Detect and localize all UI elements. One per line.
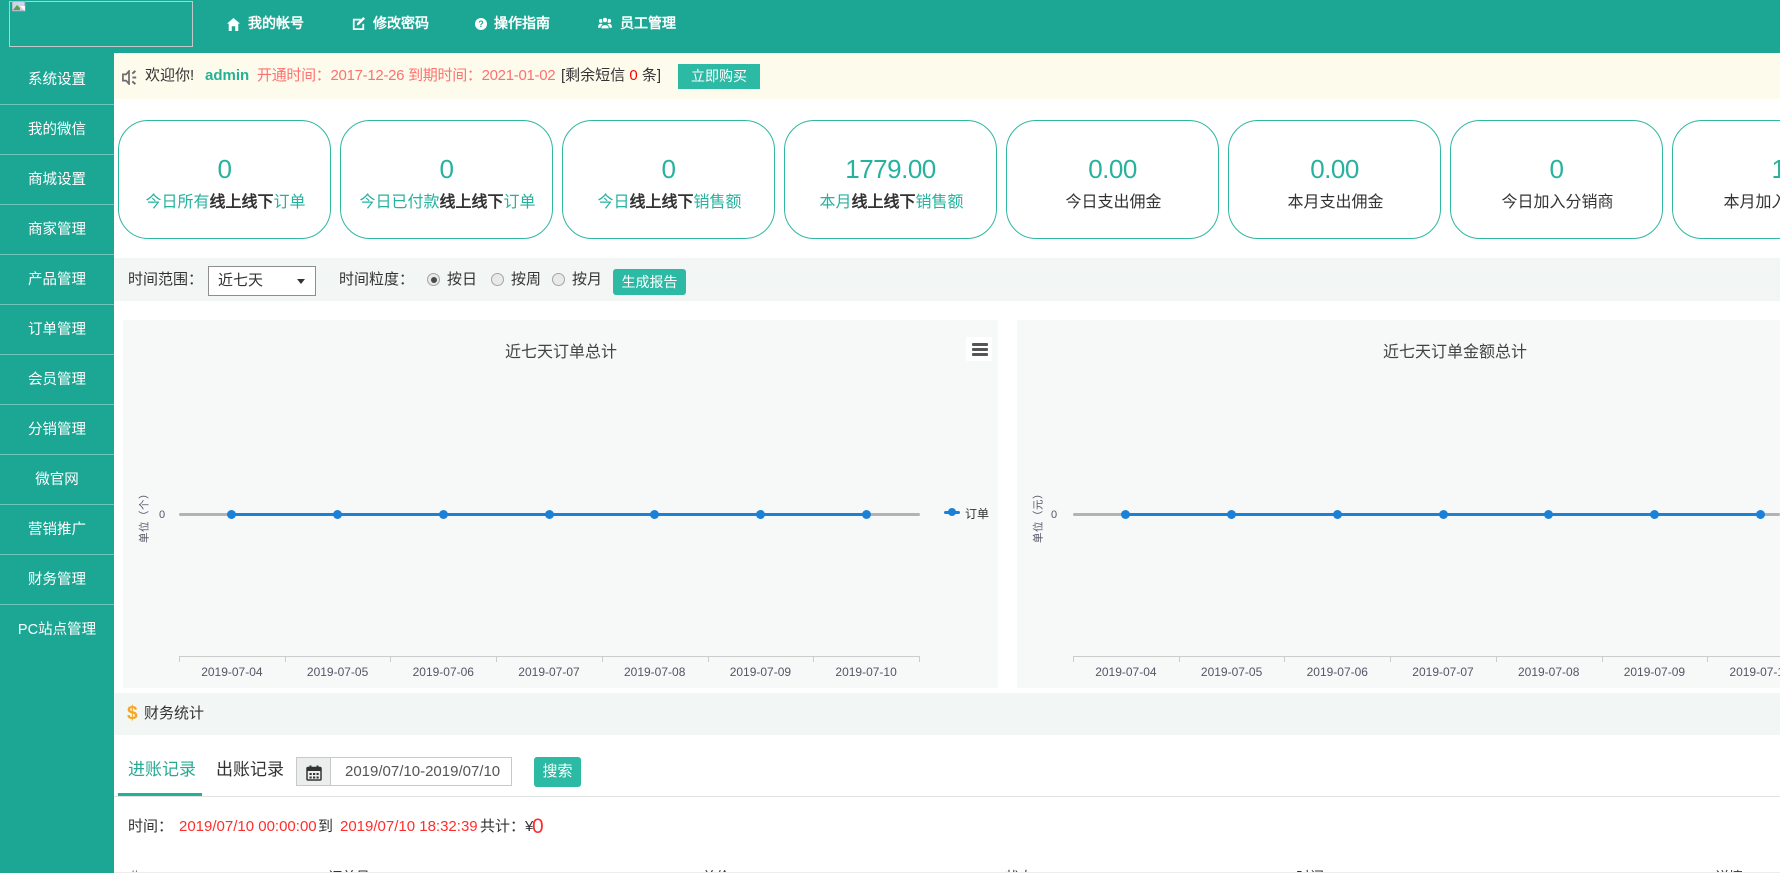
svg-text:?: ? <box>478 19 483 29</box>
